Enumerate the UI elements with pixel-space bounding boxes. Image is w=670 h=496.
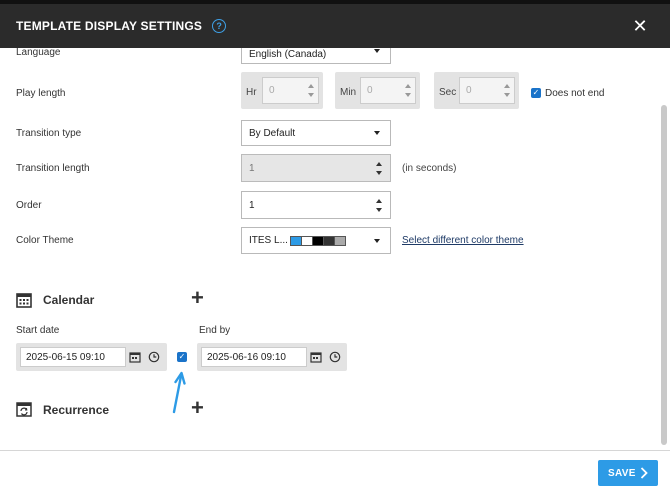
add-calendar-button[interactable]: + (191, 287, 204, 309)
order-stepper[interactable] (372, 192, 386, 218)
start-date-label: Start date (16, 325, 60, 336)
time-picker-icon[interactable] (148, 351, 160, 363)
start-date-input[interactable]: 2025-06-15 09:10 (20, 347, 126, 367)
close-button[interactable]: ✕ (630, 16, 650, 36)
color-theme-label: Color Theme (16, 235, 74, 246)
transition-length-unit: (in seconds) (402, 163, 457, 174)
end-date-group: 2025-06-16 09:10 (197, 343, 347, 371)
hours-label: Hr (246, 87, 257, 98)
minutes-group: Min 0 (335, 72, 420, 109)
dialog-title: TEMPLATE DISPLAY SETTINGS (16, 19, 203, 33)
minutes-stepper[interactable] (401, 78, 415, 103)
chevron-down-icon (374, 238, 380, 243)
chevron-down-icon (374, 131, 380, 135)
recurrence-icon (16, 402, 32, 417)
select-color-theme-link[interactable]: Select different color theme (402, 235, 524, 246)
color-theme-select[interactable]: ITES L... (241, 227, 391, 254)
play-length-label: Play length (16, 88, 66, 99)
date-picker-icon[interactable] (310, 351, 322, 363)
dialog-header: TEMPLATE DISPLAY SETTINGS ? ✕ (0, 4, 670, 48)
language-label: Language (16, 48, 61, 58)
minutes-input[interactable]: 0 (360, 77, 416, 104)
footer-divider (0, 450, 670, 451)
help-icon[interactable]: ? (212, 19, 227, 33)
minutes-label: Min (340, 87, 357, 98)
seconds-group: Sec 0 (434, 72, 519, 109)
date-picker-icon[interactable] (129, 351, 141, 363)
order-input[interactable]: 1 (241, 191, 391, 219)
transition-length-input[interactable]: 1 (241, 154, 391, 182)
save-button-label: SAVE (608, 467, 636, 479)
start-date-group: 2025-06-15 09:10 (16, 343, 167, 371)
chevron-down-icon (374, 49, 380, 53)
seconds-label: Sec (439, 87, 457, 98)
add-recurrence-button[interactable]: + (191, 397, 204, 419)
calendar-icon (16, 293, 32, 308)
color-theme-swatches (288, 235, 374, 246)
calendar-section-title: Calendar (43, 293, 95, 307)
end-by-checkbox[interactable]: ✓ (177, 352, 187, 362)
hours-input[interactable]: 0 (262, 77, 319, 104)
transition-length-label: Transition length (16, 163, 90, 174)
language-select[interactable]: English (Canada) (241, 48, 391, 64)
transition-type-label: Transition type (16, 128, 82, 139)
time-picker-icon[interactable] (329, 351, 341, 363)
seconds-stepper[interactable] (500, 78, 514, 103)
annotation-arrow-icon (172, 371, 186, 414)
chevron-right-icon (640, 467, 648, 479)
save-button[interactable]: SAVE (598, 460, 658, 486)
hours-stepper[interactable] (304, 78, 318, 103)
does-not-end-checkbox[interactable]: ✓ (531, 88, 541, 98)
seconds-input[interactable]: 0 (459, 77, 515, 104)
transition-type-select[interactable]: By Default (241, 120, 391, 146)
hours-group: Hr 0 (241, 72, 323, 109)
scrollbar[interactable] (661, 105, 667, 445)
end-date-input[interactable]: 2025-06-16 09:10 (201, 347, 307, 367)
transition-length-stepper[interactable] (372, 155, 386, 181)
end-by-label: End by (199, 325, 231, 336)
does-not-end-label: Does not end (545, 88, 605, 99)
recurrence-section-title: Recurrence (43, 403, 110, 417)
order-label: Order (16, 200, 42, 211)
color-swatch (333, 235, 346, 246)
dialog-content: Language English (Canada) Play length Hr… (0, 48, 670, 450)
